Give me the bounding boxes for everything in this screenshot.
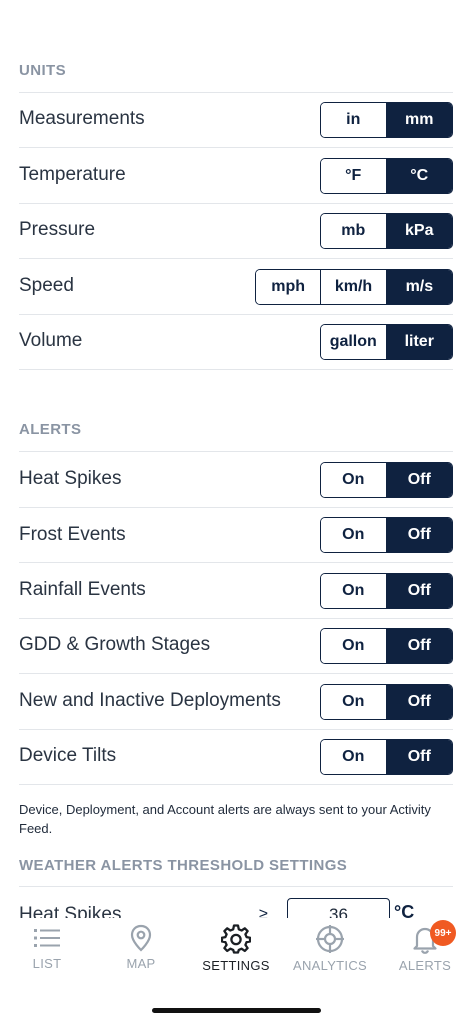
- rainfall-events-label: Rainfall Events: [19, 579, 146, 600]
- tab-settings-label: SETTINGS: [202, 958, 270, 973]
- tab-list-label: LIST: [32, 956, 62, 971]
- temperature-label: Temperature: [19, 164, 126, 185]
- alerts-section-header: ALERTS: [19, 421, 82, 438]
- frost-events-toggle: On Off: [320, 517, 453, 553]
- pressure-label: Pressure: [19, 219, 96, 240]
- measurements-toggle: in mm: [320, 102, 453, 138]
- speed-option-mph[interactable]: mph: [256, 270, 322, 304]
- divider: [19, 673, 453, 674]
- new-inactive-deployments-on-option[interactable]: On: [321, 685, 387, 719]
- new-inactive-deployments-label: New and Inactive Deployments: [19, 690, 281, 711]
- map-pin-icon: [130, 924, 152, 952]
- divider: [19, 147, 453, 148]
- volume-option-liter[interactable]: liter: [386, 325, 452, 359]
- tab-analytics[interactable]: ANALYTICS: [283, 924, 377, 982]
- divider: [19, 618, 453, 619]
- rainfall-events-toggle: On Off: [320, 573, 453, 609]
- heat-spikes-label: Heat Spikes: [19, 468, 122, 489]
- rainfall-events-on-option[interactable]: On: [321, 574, 387, 608]
- threshold-operator: ≥: [259, 906, 268, 918]
- divider: [19, 258, 453, 259]
- pressure-option-mb[interactable]: mb: [321, 214, 387, 248]
- alerts-note: Device, Deployment, and Account alerts a…: [19, 802, 431, 836]
- divider: [19, 203, 453, 204]
- volume-toggle: gallon liter: [320, 324, 453, 360]
- pressure-toggle: mb kPa: [320, 213, 453, 249]
- divider: [19, 369, 453, 370]
- temperature-option-c[interactable]: °C: [386, 159, 452, 193]
- gdd-growth-stages-label: GDD & Growth Stages: [19, 634, 211, 655]
- device-tilts-on-option[interactable]: On: [321, 740, 387, 774]
- divider: [19, 562, 453, 563]
- divider: [19, 507, 453, 508]
- speed-option-ms[interactable]: m/s: [386, 270, 452, 304]
- crosshair-icon: [316, 925, 344, 953]
- divider: [19, 886, 453, 887]
- measurements-label: Measurements: [19, 108, 145, 129]
- divider: [19, 729, 453, 730]
- threshold-unit: °C: [394, 902, 415, 918]
- pressure-option-kpa[interactable]: kPa: [386, 214, 452, 248]
- gear-icon: [221, 924, 251, 954]
- thresholds-section-header: WEATHER ALERTS THRESHOLD SETTINGS: [19, 857, 348, 874]
- tab-map[interactable]: MAP: [94, 924, 188, 982]
- measurements-option-mm[interactable]: mm: [386, 103, 452, 137]
- tab-map-label: MAP: [126, 956, 156, 971]
- frost-events-label: Frost Events: [19, 524, 126, 545]
- measurements-option-in[interactable]: in: [321, 103, 387, 137]
- list-icon: [34, 929, 60, 947]
- new-inactive-deployments-toggle: On Off: [320, 684, 453, 720]
- settings-scroll-view[interactable]: UNITS Measurements in mm Temperature °F …: [0, 0, 473, 918]
- divider: [19, 451, 453, 452]
- device-tilts-label: Device Tilts: [19, 745, 117, 766]
- tab-list[interactable]: LIST: [0, 924, 94, 982]
- frost-events-on-option[interactable]: On: [321, 518, 387, 552]
- home-indicator: [152, 1008, 321, 1013]
- gdd-growth-stages-toggle: On Off: [320, 628, 453, 664]
- tab-settings[interactable]: SETTINGS: [189, 924, 283, 982]
- divider: [19, 314, 453, 315]
- divider: [19, 92, 453, 93]
- tab-alerts[interactable]: 99+ ALERTS: [378, 920, 472, 982]
- frost-events-off-option[interactable]: Off: [386, 518, 452, 552]
- volume-label: Volume: [19, 330, 83, 351]
- rainfall-events-off-option[interactable]: Off: [386, 574, 452, 608]
- heat-spikes-off-option[interactable]: Off: [386, 463, 452, 497]
- alerts-badge: 99+: [430, 920, 456, 946]
- gdd-growth-stages-on-option[interactable]: On: [321, 629, 387, 663]
- heat-spikes-threshold-input[interactable]: 36: [287, 898, 390, 918]
- divider: [19, 784, 453, 785]
- heat-spikes-on-option[interactable]: On: [321, 463, 387, 497]
- heat-spikes-toggle: On Off: [320, 462, 453, 498]
- speed-toggle: mph km/h m/s: [255, 269, 453, 305]
- gdd-growth-stages-off-option[interactable]: Off: [386, 629, 452, 663]
- tab-analytics-label: ANALYTICS: [293, 958, 367, 973]
- new-inactive-deployments-off-option[interactable]: Off: [386, 685, 452, 719]
- units-section-header: UNITS: [19, 62, 66, 79]
- temperature-toggle: °F °C: [320, 158, 453, 194]
- speed-option-kmh[interactable]: km/h: [321, 270, 387, 304]
- tab-alerts-label: ALERTS: [398, 958, 452, 973]
- device-tilts-toggle: On Off: [320, 739, 453, 775]
- volume-option-gallon[interactable]: gallon: [321, 325, 387, 359]
- threshold-heat-spikes-label: Heat Spikes: [19, 904, 122, 918]
- temperature-option-f[interactable]: °F: [321, 159, 387, 193]
- speed-label: Speed: [19, 275, 74, 296]
- device-tilts-off-option[interactable]: Off: [386, 740, 452, 774]
